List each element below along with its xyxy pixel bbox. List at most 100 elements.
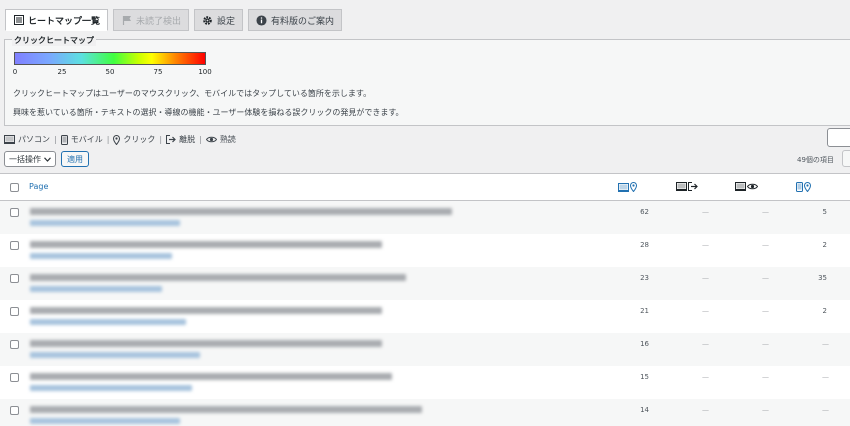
- separator: |: [159, 135, 163, 144]
- pagination-control[interactable]: [842, 150, 850, 167]
- legend-title: クリックヒートマップ: [12, 35, 96, 46]
- mobile-click-count: —: [822, 340, 829, 348]
- desktop-click-count: 23: [640, 274, 649, 282]
- legend-description-detail: 興味を惹いている箇所・テキストの選択・導線の機能・ユーザー体験を損ねる誤クリック…: [13, 108, 404, 117]
- separator: |: [199, 135, 202, 144]
- legend-tick: 50: [105, 68, 115, 76]
- desktop-click-column-header[interactable]: [618, 181, 638, 194]
- tab-label: 有料版のご案内: [271, 16, 335, 27]
- heat-gradient-bar: [14, 52, 206, 65]
- desktop-read-count: —: [762, 406, 769, 414]
- row-checkbox[interactable]: [10, 340, 19, 349]
- desktop-read-count: —: [762, 208, 769, 216]
- legend-tick: 25: [57, 68, 67, 76]
- desktop-read-column-header[interactable]: [735, 182, 759, 193]
- page-url-blurred[interactable]: [30, 286, 162, 292]
- select-all-checkbox[interactable]: [10, 183, 19, 192]
- mobile-click-count: —: [822, 406, 829, 414]
- row-checkbox[interactable]: [10, 406, 19, 415]
- tab-paid-version[interactable]: 有料版のご案内: [248, 9, 343, 31]
- filter-read[interactable]: 熟読: [220, 134, 236, 145]
- page-url-blurred[interactable]: [30, 418, 180, 424]
- mobile-icon: [60, 134, 68, 145]
- gear-icon: [202, 15, 213, 26]
- desktop-click-count: 21: [640, 307, 649, 315]
- desktop-exit-column-header[interactable]: [676, 182, 698, 193]
- tab-settings[interactable]: 設定: [194, 9, 244, 31]
- page-url-blurred[interactable]: [30, 352, 200, 358]
- desktop-read-count: —: [762, 340, 769, 348]
- row-checkbox[interactable]: [10, 241, 19, 250]
- exit-icon: [166, 135, 176, 144]
- mobile-click-count: 35: [818, 274, 827, 282]
- row-checkbox[interactable]: [10, 307, 19, 316]
- table-row[interactable]: 14 — — —: [0, 399, 850, 426]
- table-row[interactable]: 23 — — 35: [0, 267, 850, 300]
- bulk-action-label: 一括操作: [9, 154, 41, 164]
- mobile-click-count: —: [822, 373, 829, 381]
- legend-tick: 0: [12, 68, 18, 76]
- filter-click[interactable]: クリック: [123, 134, 155, 145]
- eye-icon: [205, 136, 217, 143]
- heatmap-table: Page 62 — — 5 28 — — 2 23 — — 35 21 — — …: [0, 173, 850, 426]
- mobile-click-column-header[interactable]: [796, 181, 812, 194]
- list-icon: [13, 15, 24, 26]
- desktop-exit-count: —: [702, 307, 709, 315]
- apply-button[interactable]: 適用: [61, 151, 89, 167]
- page-title-blurred: [30, 274, 406, 281]
- mobile-click-count: 2: [822, 307, 827, 315]
- row-checkbox[interactable]: [10, 373, 19, 382]
- table-row[interactable]: 62 — — 5: [0, 201, 850, 234]
- filter-desktop[interactable]: パソコン: [18, 134, 50, 145]
- info-icon: [256, 14, 267, 26]
- location-icon: [113, 134, 121, 145]
- location-icon: [629, 181, 638, 194]
- bulk-action-select[interactable]: 一括操作: [4, 151, 56, 167]
- location-icon: [803, 181, 812, 194]
- desktop-exit-count: —: [702, 241, 709, 249]
- desktop-exit-count: —: [702, 406, 709, 414]
- table-row[interactable]: 15 — — —: [0, 366, 850, 399]
- page-title-blurred: [30, 307, 382, 314]
- desktop-exit-count: —: [702, 373, 709, 381]
- page-url-blurred[interactable]: [30, 385, 192, 391]
- page-title-blurred: [30, 406, 422, 413]
- mobile-click-count: 5: [822, 208, 827, 216]
- heatmap-legend: クリックヒートマップ 0 25 50 75 100 クリックヒートマップはユーザ…: [4, 35, 850, 126]
- desktop-click-count: 28: [640, 241, 649, 249]
- desktop-icon: [735, 182, 746, 193]
- page-title-blurred: [30, 373, 392, 380]
- page-column-header[interactable]: Page: [29, 182, 48, 191]
- page-url-blurred[interactable]: [30, 253, 172, 259]
- exit-icon: [688, 182, 698, 193]
- desktop-click-count: 62: [640, 208, 649, 216]
- filter-exit[interactable]: 離脱: [179, 134, 195, 145]
- mobile-click-count: 2: [822, 241, 827, 249]
- chevron-down-icon: [44, 155, 51, 164]
- tab-label: 設定: [217, 16, 236, 27]
- page-url-blurred[interactable]: [30, 220, 180, 226]
- row-checkbox[interactable]: [10, 208, 19, 217]
- desktop-read-count: —: [762, 274, 769, 282]
- page-url-blurred[interactable]: [30, 319, 186, 325]
- tab-unread-detection[interactable]: 未読了検出: [113, 9, 190, 31]
- desktop-icon: [618, 182, 629, 194]
- search-input[interactable]: [827, 128, 850, 147]
- table-row[interactable]: 16 — — —: [0, 333, 850, 366]
- desktop-click-count: 16: [640, 340, 649, 348]
- separator: |: [106, 135, 110, 144]
- desktop-click-count: 14: [640, 406, 649, 414]
- desktop-read-count: —: [762, 307, 769, 315]
- desktop-exit-count: —: [702, 274, 709, 282]
- items-count: 49個の項目: [797, 156, 834, 164]
- table-row[interactable]: 21 — — 2: [0, 300, 850, 333]
- eye-icon: [746, 183, 759, 192]
- page-title-blurred: [30, 340, 382, 347]
- filter-mobile[interactable]: モバイル: [71, 134, 103, 145]
- row-checkbox[interactable]: [10, 274, 19, 283]
- desktop-read-count: —: [762, 241, 769, 249]
- table-row[interactable]: 28 — — 2: [0, 234, 850, 267]
- table-header: Page: [0, 174, 850, 201]
- tab-heatmap-list[interactable]: ヒートマップ一覧: [5, 9, 109, 31]
- legend-tick: 75: [153, 68, 163, 76]
